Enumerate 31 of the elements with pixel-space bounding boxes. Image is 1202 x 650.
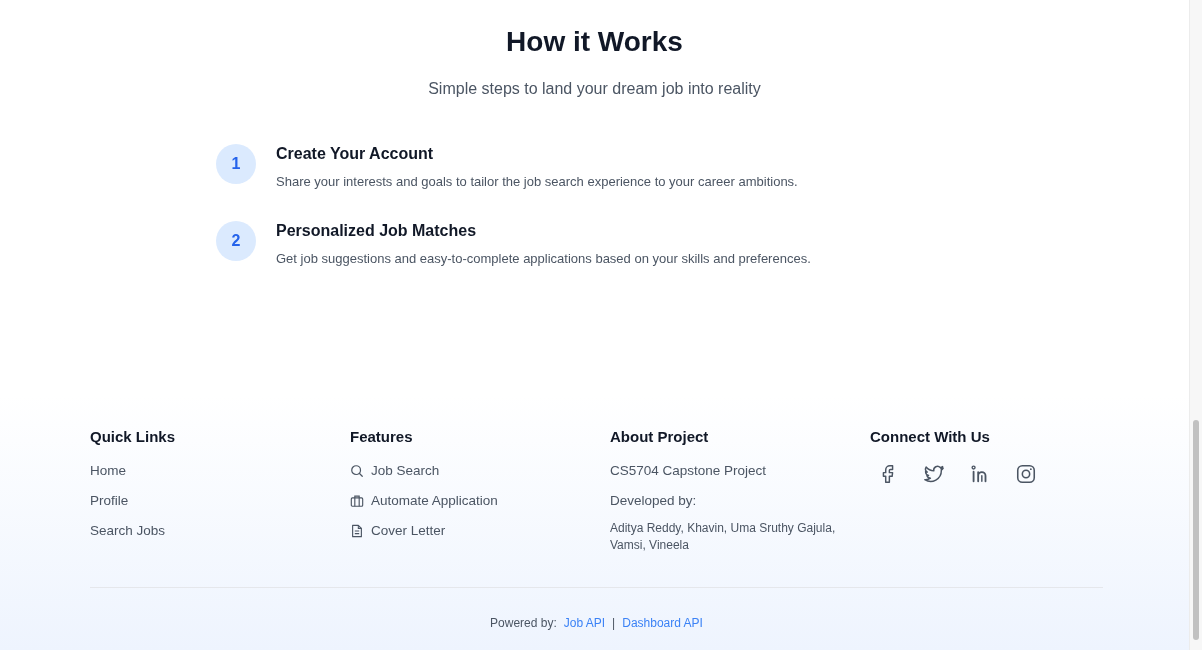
api-link[interactable]: Job API <box>563 616 606 630</box>
powered-by-label: Powered by: <box>490 616 557 630</box>
instagram-icon[interactable] <box>1015 463 1037 485</box>
footer-link[interactable]: Profile <box>90 493 129 509</box>
section-subtitle: Simple steps to land your dream job into reality <box>428 80 761 98</box>
column-heading: Connect With Us <box>870 428 990 445</box>
document-icon <box>350 524 364 538</box>
step-title: Personalized Job Matches <box>276 221 478 241</box>
twitter-icon[interactable] <box>923 463 945 485</box>
briefcase-icon <box>350 494 364 508</box>
feature-link[interactable]: Cover Letter <box>371 523 446 539</box>
search-icon <box>350 464 364 478</box>
step-title: Create Your Account <box>276 144 435 164</box>
footer-link[interactable]: Search Jobs <box>90 523 166 539</box>
footer-link[interactable]: Home <box>90 463 126 479</box>
section-title: How it Works <box>506 26 683 58</box>
feature-link[interactable]: Job Search <box>371 463 440 479</box>
column-heading: About Project <box>610 428 709 445</box>
step-description: Share your interests and goals to tailor the job search experience to your career ambitions. <box>276 174 798 189</box>
step-number: 2 <box>216 221 256 261</box>
step-description: Get job suggestions and easy-to-complete applications based on your skills and preferences. <box>276 251 811 266</box>
column-heading: Quick Links <box>90 428 176 445</box>
project-name: CS5704 Capstone Project <box>610 463 767 479</box>
step-number: 1 <box>216 144 256 184</box>
developed-by-label: Developed by: <box>610 493 697 509</box>
scrollbar-thumb[interactable] <box>1193 420 1199 640</box>
feature-link[interactable]: Automate Application <box>371 493 498 509</box>
developer-names: Aditya Reddy, Khavin, Uma Sruthy Gajula, Vamsi, Vineela <box>610 520 837 554</box>
scrollbar[interactable] <box>1189 0 1202 650</box>
column-heading: Features <box>350 428 413 445</box>
separator: | <box>612 616 616 630</box>
